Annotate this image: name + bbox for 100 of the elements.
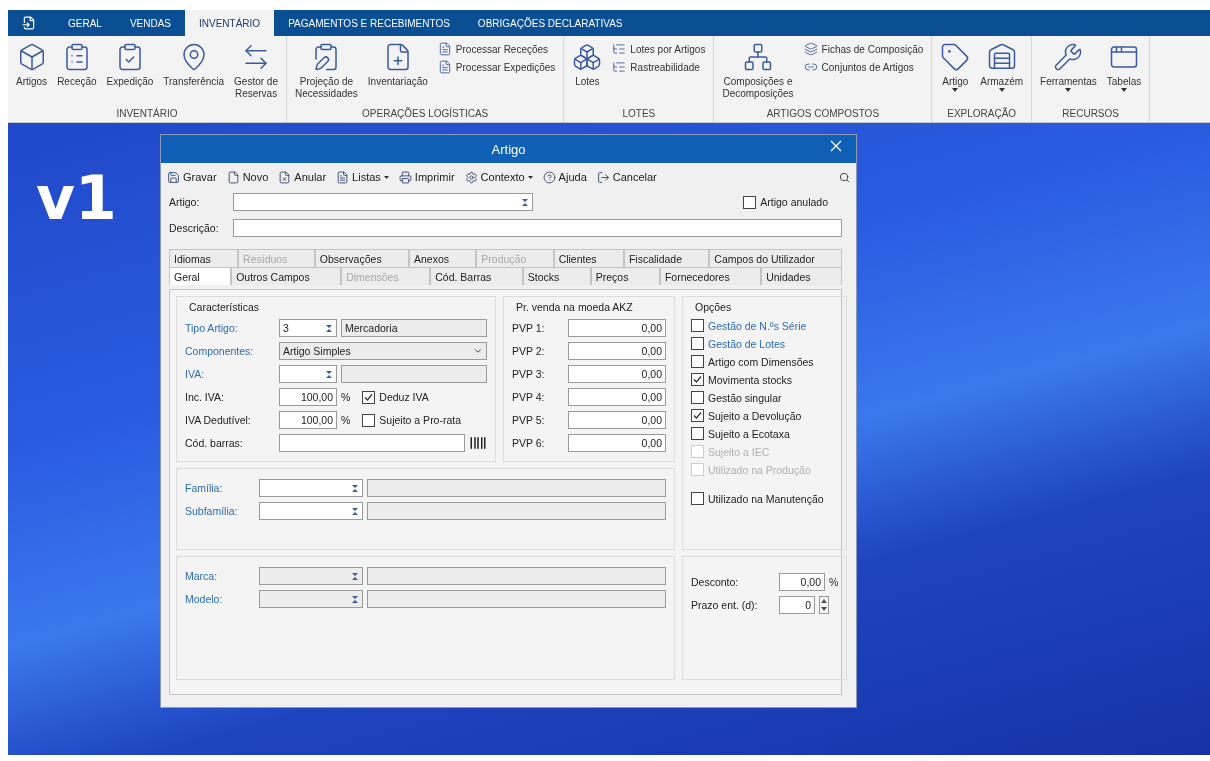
ribbon-button[interactable]: Gestor de Reservas [230, 40, 282, 102]
input-field[interactable] [259, 502, 363, 520]
field-label: Desconto: [691, 576, 740, 588]
toolbar-button[interactable]: Gravar [167, 170, 217, 184]
checkbox-option[interactable]: Gestão de N.ºs Série [691, 319, 807, 332]
number-field[interactable]: 0,00 [568, 411, 666, 429]
tab[interactable]: Cód. Barras [430, 267, 523, 285]
ribbon-tab[interactable]: PAGAMENTOS E RECEBIMENTOS [274, 10, 464, 36]
input-field[interactable] [279, 434, 465, 452]
ribbon-button[interactable]: Tabelas [1102, 40, 1146, 94]
number-field[interactable]: 0,00 [568, 319, 666, 337]
checkbox[interactable] [691, 373, 704, 386]
tab[interactable]: Geral [169, 267, 232, 285]
number-field[interactable]: 0,00 [568, 434, 666, 452]
tab[interactable]: Outros Campos [231, 267, 342, 285]
group-label: INVENTÁRIO [115, 106, 179, 121]
ribbon-button[interactable]: Ferramentas [1036, 40, 1101, 94]
toolbar-button[interactable]: Contexto [464, 170, 533, 184]
toolbar-button[interactable]: Listas [336, 170, 389, 184]
lookup-icon[interactable] [521, 197, 529, 207]
tab[interactable]: Stocks [522, 267, 591, 285]
ribbon-button[interactable]: Receção [53, 40, 101, 90]
checkbox[interactable] [691, 337, 704, 350]
checkbox[interactable] [691, 409, 704, 422]
caret-icon [383, 175, 389, 179]
checkbox-option[interactable]: Deduz IVA [362, 390, 429, 404]
checkbox[interactable] [691, 319, 704, 332]
number-field[interactable]: 0,00 [779, 573, 825, 591]
ribbon-button[interactable]: Transferência [159, 40, 229, 90]
ribbon-tab[interactable]: INVENTÁRIO [185, 10, 275, 36]
checkbox[interactable] [362, 413, 376, 427]
number-field[interactable]: 100,00 [279, 388, 337, 406]
field-label: Modelo: [185, 593, 224, 605]
spinner-icon[interactable] [819, 596, 829, 614]
checkbox[interactable] [691, 391, 704, 404]
checkbox-option[interactable]: Sujeito a Ecotaxa [691, 427, 790, 440]
tab[interactable]: Observações [314, 249, 409, 267]
ribbon-button[interactable]: Expedição [102, 40, 158, 90]
tab[interactable]: Fiscalidade [623, 249, 710, 267]
ribbon-tab[interactable]: VENDAS [115, 10, 186, 36]
field-label: PVP 1: [512, 322, 546, 334]
number-field[interactable]: 0 [779, 596, 815, 614]
toolbar-button[interactable]: Imprimir [398, 170, 455, 184]
tab[interactable]: Clientes [553, 249, 624, 267]
input-field[interactable] [259, 479, 363, 497]
tab[interactable]: Campos do Utilizador [709, 249, 843, 267]
number-field[interactable]: 0,00 [568, 342, 666, 360]
ribbon-button[interactable]: Inventariação [363, 40, 432, 90]
checkbox[interactable] [691, 427, 704, 440]
input-field[interactable]: 3 [279, 319, 337, 337]
ribbon-button[interactable]: Processar Receções [437, 42, 556, 56]
lookup-icon[interactable] [351, 506, 359, 516]
checkbox-option[interactable]: Gestão de Lotes [691, 337, 786, 350]
ribbon-button[interactable]: Lotes [568, 40, 607, 90]
number-field[interactable]: 0,00 [568, 365, 666, 383]
toolbar-button[interactable]: Ajuda [542, 170, 587, 184]
tab[interactable]: Preços [590, 267, 660, 285]
lookup-icon[interactable] [351, 483, 359, 493]
number-field[interactable]: 100,00 [279, 411, 337, 429]
checkbox[interactable] [691, 355, 704, 368]
ribbon-button[interactable]: Conjuntos de Artigos [803, 60, 924, 74]
lookup-icon[interactable] [325, 323, 333, 333]
toolbar-button[interactable]: Novo [226, 170, 269, 184]
input-field[interactable] [279, 365, 337, 383]
tab[interactable]: Fornecedores [659, 267, 762, 285]
checkbox-option[interactable]: Artigo com Dimensões [691, 355, 814, 368]
number-field[interactable]: 0,00 [568, 388, 666, 406]
ribbon-tab[interactable]: GERAL [54, 10, 116, 36]
checkbox[interactable] [362, 390, 376, 404]
ribbon-button[interactable]: Composições e Decomposições [718, 40, 798, 102]
checkbox-option[interactable]: Sujeito a Pro-rata [362, 413, 462, 427]
caret-icon [1065, 88, 1072, 92]
tab[interactable]: Idiomas [169, 249, 239, 267]
checkbox-option[interactable]: Utilizado na Manutenção [691, 492, 824, 505]
barcode-icon[interactable] [469, 434, 487, 452]
ribbon-button[interactable]: Rastreabilidade [612, 60, 706, 74]
tab[interactable]: Unidades [761, 267, 843, 285]
ribbon-button[interactable]: Artigos [12, 40, 52, 90]
checkbox-option[interactable]: Movimenta stocks [691, 373, 793, 386]
checkbox-option[interactable]: Artigo anulado [743, 195, 828, 209]
dropdown[interactable]: Artigo Simples [279, 342, 487, 360]
ribbon-tab[interactable]: OBRIGAÇÕES DECLARATIVAS [463, 10, 637, 36]
lookup-icon[interactable] [325, 369, 333, 379]
toolbar-button[interactable]: Anular [278, 170, 327, 184]
ribbon-button[interactable]: Armazém [976, 40, 1028, 94]
search-icon[interactable] [839, 171, 850, 183]
checkbox-option[interactable]: Sujeito a Devolução [691, 409, 802, 422]
input-field[interactable] [233, 193, 533, 211]
checkbox[interactable] [743, 195, 757, 209]
ribbon-button[interactable]: Lotes por Artigos [612, 42, 706, 56]
ribbon-button[interactable]: Processar Expedições [437, 60, 556, 74]
checkbox[interactable] [691, 492, 704, 505]
checkbox-option[interactable]: Gestão singular [691, 391, 782, 404]
ribbon-button[interactable]: Projeção de Necessidades [291, 40, 362, 102]
ribbon-button[interactable]: Artigo [936, 40, 975, 94]
tab[interactable]: Anexos [409, 249, 477, 267]
group-title: Opções [695, 301, 733, 313]
toolbar-button[interactable]: Cancelar [596, 170, 657, 184]
ribbon-button[interactable]: Fichas de Composição [803, 42, 924, 56]
input-field[interactable] [233, 219, 842, 237]
